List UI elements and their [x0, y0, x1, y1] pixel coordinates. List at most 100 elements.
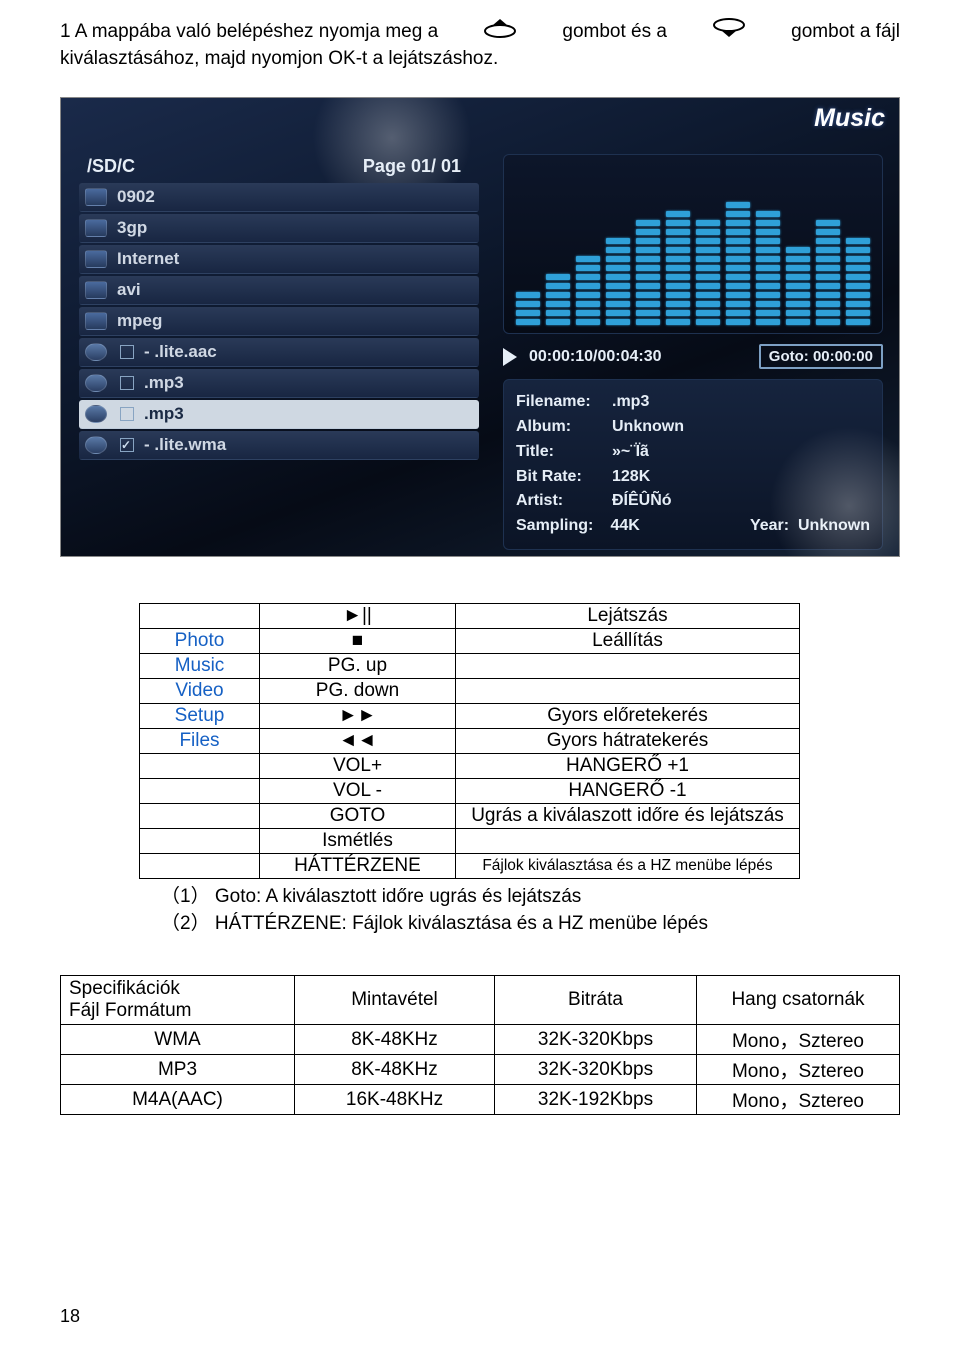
controls-cell: VOL+ — [260, 754, 456, 779]
controls-table: ►||Lejátszás Photo■Leállítás MusicPG. upVi… — [139, 603, 800, 879]
controls-cell: ►|| — [260, 604, 456, 629]
file-row[interactable]: .mp3 — [79, 369, 479, 398]
play-icon — [503, 348, 517, 366]
intro-seg3: gombot a fájl — [791, 19, 900, 45]
file-row[interactable]: .mp3 — [79, 400, 479, 429]
file-checkbox[interactable] — [120, 438, 134, 452]
goto-display: Goto: 00:00:00 — [759, 344, 883, 369]
eq-bar — [756, 211, 780, 325]
spec-header: Bitráta — [495, 976, 697, 1025]
spec-cell: Mono，Sztereo — [697, 1085, 900, 1115]
music-file-icon — [85, 405, 107, 423]
controls-cell — [456, 654, 800, 679]
folder-icon — [85, 250, 107, 268]
intro-seg1: 1 A mappába való belépéshez nyomja meg a — [60, 19, 438, 45]
controls-cell: ■ — [260, 629, 456, 654]
spec-cell: 32K-192Kbps — [495, 1085, 697, 1115]
controls-cell: Lejátszás — [456, 604, 800, 629]
eq-bar — [846, 238, 870, 325]
music-file-icon — [85, 343, 107, 361]
page-number: 18 — [60, 1306, 80, 1327]
spec-cell: 32K-320Kbps — [495, 1025, 697, 1055]
file-checkbox[interactable] — [120, 345, 134, 359]
folder-icon — [85, 219, 107, 237]
file-row[interactable]: - .lite.wma — [79, 431, 479, 460]
spec-header: Mintavétel — [295, 976, 495, 1025]
file-list: 0902 3gp Internet avi mpeg - .lite.aac .mp3 .mp… — [79, 183, 479, 460]
controls-cell — [140, 754, 260, 779]
controls-cell — [140, 804, 260, 829]
file-name: - .lite.aac — [144, 342, 473, 362]
spec-cell: 32K-320Kbps — [495, 1055, 697, 1085]
eq-bar — [576, 256, 600, 325]
music-player-screenshot: Music /SD/C Page 01/ 01 09023gpInterneta… — [60, 97, 900, 557]
folder-icon — [85, 188, 107, 206]
screen-title: Music — [814, 104, 885, 133]
music-file-icon — [85, 374, 107, 392]
file-browser-panel: /SD/C Page 01/ 01 09023gpInternetavimpeg… — [79, 154, 479, 462]
file-row[interactable]: - .lite.aac — [79, 338, 479, 367]
spec-cell: MP3 — [61, 1055, 295, 1085]
file-checkbox[interactable] — [120, 376, 134, 390]
file-row[interactable]: 3gp — [79, 214, 479, 243]
controls-cell: Ugrás a kiválaszott időre és lejátszás — [456, 804, 800, 829]
controls-cell: PG. up — [260, 654, 456, 679]
folder-icon — [85, 312, 107, 330]
spec-table: SpecifikációkFájl FormátumMintavételBitr… — [60, 975, 900, 1115]
controls-cell: ◄◄ — [260, 729, 456, 754]
controls-cell — [456, 679, 800, 704]
controls-cell: Leállítás — [456, 629, 800, 654]
eq-bar — [516, 292, 540, 325]
file-row[interactable]: mpeg — [79, 307, 479, 336]
spec-cell: WMA — [61, 1025, 295, 1055]
controls-cell — [140, 779, 260, 804]
spec-header: SpecifikációkFájl Formátum — [61, 976, 295, 1025]
intro-line2: kiválasztásához, majd nyomjon OK-t a lej… — [60, 48, 498, 69]
controls-cell: Gyors hátratekerés — [456, 729, 800, 754]
controls-cell: Photo — [140, 629, 260, 654]
controls-cell: ►► — [260, 704, 456, 729]
controls-cell: PG. down — [260, 679, 456, 704]
file-row[interactable]: Internet — [79, 245, 479, 274]
intro-text: 1 A mappába való belépéshez nyomja meg a… — [60, 18, 900, 71]
file-row[interactable]: 0902 — [79, 183, 479, 212]
controls-cell: GOTO — [260, 804, 456, 829]
eq-bar — [636, 220, 660, 325]
note-2: （2） HÁTTÉRZENE: Fájlok kiválasztása és a… — [161, 908, 880, 935]
music-file-icon — [85, 436, 107, 454]
file-name: mpeg — [117, 311, 473, 331]
file-row[interactable]: avi — [79, 276, 479, 305]
controls-cell: HÁTTÉRZENE — [260, 854, 456, 879]
spec-header: Hang csatornák — [697, 976, 900, 1025]
eq-bar — [606, 238, 630, 325]
file-name: - .lite.wma — [144, 435, 473, 455]
file-name: .mp3 — [144, 404, 473, 424]
controls-cell — [140, 854, 260, 879]
current-path: /SD/C — [87, 156, 135, 177]
folder-icon — [85, 281, 107, 299]
eq-bar — [546, 274, 570, 325]
eq-bar — [666, 211, 690, 325]
controls-cell — [140, 604, 260, 629]
down-button-icon — [712, 18, 746, 46]
controls-cell — [140, 829, 260, 854]
player-panel: 00:00:10/00:04:30 Goto: 00:00:00 Filenam… — [503, 154, 883, 550]
controls-cell: Music — [140, 654, 260, 679]
spec-cell: Mono，Sztereo — [697, 1025, 900, 1055]
file-name: avi — [117, 280, 473, 300]
eq-bar — [726, 202, 750, 325]
controls-cell: Video — [140, 679, 260, 704]
spec-cell: M4A(AAC) — [61, 1085, 295, 1115]
time-display: 00:00:10/00:04:30 — [529, 348, 662, 366]
controls-cell: Gyors előretekerés — [456, 704, 800, 729]
spec-cell: Mono，Sztereo — [697, 1055, 900, 1085]
controls-cell — [456, 829, 800, 854]
spec-cell: 8K-48KHz — [295, 1025, 495, 1055]
file-name: 3gp — [117, 218, 473, 238]
metadata-panel: Filename:.mp3 Album:Unknown Title:»~¨Ïã … — [503, 379, 883, 550]
equalizer-visual — [503, 154, 883, 334]
controls-cell: HANGERŐ -1 — [456, 779, 800, 804]
file-checkbox[interactable] — [120, 407, 134, 421]
spec-cell: 8K-48KHz — [295, 1055, 495, 1085]
control-notes: （1） Goto: A kiválasztott időre ugrás és … — [161, 881, 880, 935]
